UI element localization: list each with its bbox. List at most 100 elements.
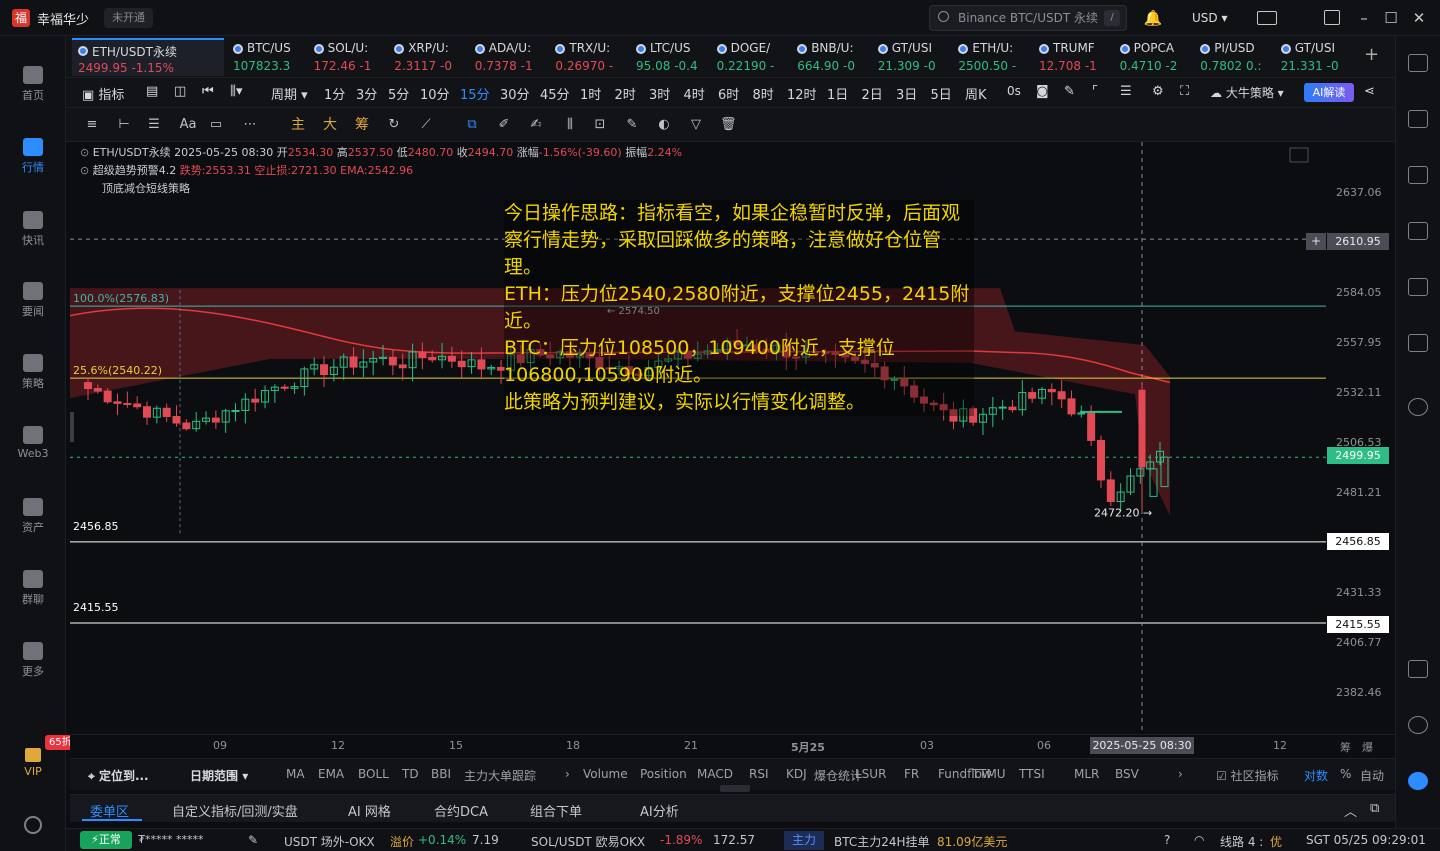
interval-option[interactable]: 5日 bbox=[931, 84, 952, 103]
interval-option[interactable]: 3分 bbox=[356, 84, 377, 103]
auto-scale-toggle[interactable]: 自动 bbox=[1360, 767, 1384, 784]
tab-symbol[interactable]: ETH/U: 2500.50 - bbox=[952, 38, 1030, 76]
interval-option[interactable]: 10分 bbox=[420, 84, 450, 103]
chip-toggle[interactable]: 筹 bbox=[1340, 739, 1351, 755]
sub-indicator-option[interactable]: MLR bbox=[1074, 767, 1099, 781]
candle-type-icon[interactable]: ⫼▾ bbox=[230, 84, 243, 99]
percent-scale-toggle[interactable]: % bbox=[1340, 767, 1351, 781]
tab-combo-order[interactable]: 组合下单 bbox=[530, 801, 582, 820]
community-indicator-button[interactable]: ☑ 社区指标 bbox=[1216, 767, 1279, 784]
btc-flow-label[interactable]: BTC主力24H挂单 bbox=[834, 833, 930, 850]
sidebar-item-more[interactable]: 更多 bbox=[0, 642, 66, 679]
interval-option[interactable]: 4时 bbox=[684, 84, 705, 103]
sub-indicator-option[interactable]: LSUR bbox=[855, 767, 886, 781]
brush-tool-icon[interactable]: ⟋ bbox=[418, 117, 434, 133]
edit-note-icon[interactable]: ✎ bbox=[624, 117, 640, 133]
edit-icon[interactable]: ✎ bbox=[248, 833, 258, 847]
filter-icon[interactable]: ▽ bbox=[688, 117, 704, 133]
sub-indicator-option[interactable]: Volume bbox=[583, 767, 628, 781]
crop-icon[interactable]: ⌜ bbox=[1092, 84, 1098, 99]
popout-window-icon[interactable] bbox=[1324, 10, 1340, 25]
chart-analysis-icon[interactable] bbox=[1408, 222, 1428, 240]
sidebar-item-home[interactable]: 首页 bbox=[0, 66, 66, 103]
ai-assistant-icon[interactable] bbox=[1408, 772, 1428, 790]
copy-tool-icon[interactable]: ⧉ bbox=[464, 117, 480, 133]
camera-icon[interactable]: ◙ bbox=[1036, 84, 1049, 99]
tab-symbol[interactable]: DOGE/0.22190 - bbox=[711, 38, 789, 76]
trade-dollar-icon[interactable] bbox=[1408, 166, 1428, 184]
card-icon[interactable] bbox=[1408, 334, 1428, 352]
fullscreen-icon[interactable]: ⛶ bbox=[1180, 84, 1189, 99]
legend-collapse-icon[interactable]: ⊙ bbox=[80, 164, 89, 177]
text-tool-button[interactable]: Aa bbox=[176, 117, 200, 133]
pencil-icon[interactable]: ✎ bbox=[1064, 84, 1075, 99]
sidebar-item-market[interactable]: 行情 bbox=[0, 138, 66, 175]
sub-indicator-option[interactable]: TTMU bbox=[972, 767, 1006, 781]
sub-indicator-option[interactable]: FR bbox=[904, 767, 919, 781]
sidebar-item-assets[interactable]: 资产 bbox=[0, 498, 66, 535]
main-indicator-option[interactable]: MA bbox=[286, 767, 305, 781]
main-force-tool[interactable]: 主 bbox=[290, 117, 306, 133]
sidebar-item-news[interactable]: 要闻 bbox=[0, 282, 66, 319]
list-icon[interactable]: ☰ bbox=[1120, 84, 1132, 99]
trash-icon[interactable]: 🗑 bbox=[720, 117, 737, 133]
help-icon[interactable]: ? bbox=[1164, 833, 1170, 847]
pen-tool-icon[interactable]: ✐ bbox=[496, 117, 512, 133]
magnet-tool-icon[interactable]: ◐ bbox=[656, 117, 672, 133]
chevron-up-icon[interactable]: ︿ bbox=[1344, 801, 1357, 820]
sub-indicator-option[interactable]: MACD bbox=[697, 767, 733, 781]
usdt-otc-label[interactable]: USDT 场外-OKX bbox=[284, 833, 375, 850]
add-alert-icon[interactable]: + bbox=[1306, 233, 1326, 250]
panel-resize-handle[interactable] bbox=[720, 785, 750, 792]
sidebar-item-flash-news[interactable]: 快讯 bbox=[0, 211, 66, 248]
order-book-icon[interactable] bbox=[1408, 110, 1428, 128]
main-indicator-option[interactable]: BBI bbox=[431, 767, 451, 781]
marker-tool-icon[interactable]: ✍ bbox=[528, 117, 544, 133]
interval-option[interactable]: 5分 bbox=[388, 84, 409, 103]
chevron-right-icon[interactable]: › bbox=[565, 767, 570, 781]
interval-option[interactable]: 周K bbox=[965, 84, 987, 103]
sync-icon[interactable] bbox=[1408, 398, 1428, 416]
strategy-annotation[interactable]: 今日操作思路：指标看空，如果企稳暂时反弹，后面观察行情走势，采取回踩做多的策略，… bbox=[504, 200, 974, 416]
interval-option[interactable]: 1日 bbox=[827, 84, 848, 103]
big-order-tool[interactable]: 大 bbox=[322, 117, 338, 133]
main-indicator-option[interactable]: BOLL bbox=[358, 767, 389, 781]
main-indicator-option[interactable]: 主力大单跟踪 bbox=[464, 767, 536, 784]
locate-button[interactable]: ⌖ 定位到... bbox=[88, 767, 149, 784]
tab-symbol[interactable]: TRX/U: 0.26970 - bbox=[549, 38, 627, 76]
close-icon[interactable]: ✕ bbox=[1409, 8, 1429, 28]
sub-indicator-option[interactable]: Position bbox=[640, 767, 687, 781]
tab-symbol[interactable]: GT/USI 21.309 -0 bbox=[872, 38, 950, 76]
tab-symbol[interactable]: XRP/U: 2.3117 -0 bbox=[388, 38, 466, 76]
lock-tool-icon[interactable]: ⊡ bbox=[592, 117, 608, 133]
sidebar-item-strategy[interactable]: 策略 bbox=[0, 354, 66, 391]
mail-icon[interactable] bbox=[1257, 11, 1277, 25]
watchlist-icon[interactable] bbox=[1408, 54, 1428, 72]
tab-symbol[interactable]: LTC/US 95.08 -0.4 bbox=[630, 38, 708, 76]
bell-icon[interactable]: 🔔 bbox=[1143, 8, 1163, 28]
interval-option[interactable]: 2时 bbox=[615, 84, 636, 103]
search-input[interactable]: Binance BTC/USDT 永续 / bbox=[929, 5, 1127, 31]
interval-option[interactable]: 6时 bbox=[718, 84, 739, 103]
interval-option[interactable]: 2日 bbox=[862, 84, 883, 103]
interval-option[interactable]: 15分 bbox=[460, 84, 490, 103]
interval-option[interactable]: 30分 bbox=[500, 84, 530, 103]
chip-tool[interactable]: 筹 bbox=[354, 117, 370, 133]
tab-order-area[interactable]: 委单区 bbox=[90, 801, 129, 820]
candle-tool-icon[interactable]: ⫼ bbox=[560, 117, 580, 133]
main-indicator-option[interactable]: EMA bbox=[318, 767, 344, 781]
tab-symbol[interactable]: SOL/U: 172.46 -1 bbox=[308, 38, 386, 76]
tab-symbol[interactable]: ETH/USDT永续 2499.95 -1.15% bbox=[72, 38, 224, 76]
log-scale-toggle[interactable]: 对数 bbox=[1304, 767, 1328, 784]
indicator-button[interactable]: ▣ 指标 bbox=[82, 84, 124, 103]
sidebar-item-group-chat[interactable]: 群聊 bbox=[0, 570, 66, 607]
sub-indicator-option[interactable]: BSV bbox=[1115, 767, 1139, 781]
chart-collapse-left-handle[interactable] bbox=[70, 412, 74, 442]
chart-maximize-icon[interactable] bbox=[1289, 147, 1309, 163]
currency-select[interactable]: USD ▾ bbox=[1182, 8, 1238, 28]
legend-collapse-icon[interactable]: ⊙ bbox=[80, 146, 89, 159]
tab-contract-dca[interactable]: 合约DCA bbox=[434, 801, 488, 820]
sidebar-item-vip[interactable]: VIP bbox=[0, 748, 66, 778]
tab-symbol[interactable]: BNB/U: 664.90 -0 bbox=[791, 38, 869, 76]
time-axis[interactable]: 09 12 15 18 21 5月25 03 06 12 筹 爆 bbox=[70, 734, 1395, 758]
